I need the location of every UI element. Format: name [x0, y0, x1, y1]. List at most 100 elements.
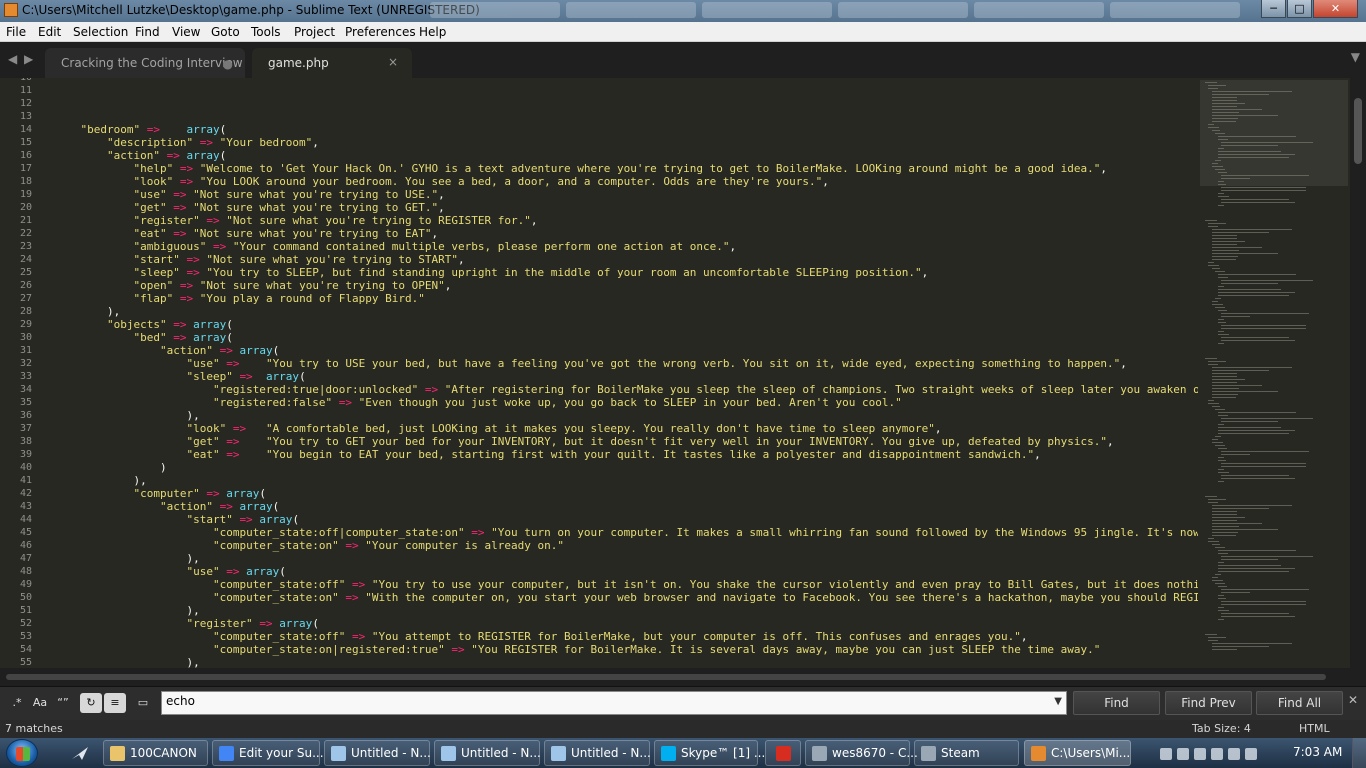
tab-size-selector[interactable]: Tab Size: 4: [1192, 722, 1251, 735]
find-prev-button[interactable]: Find Prev: [1165, 691, 1252, 715]
menu-help[interactable]: Help: [419, 25, 446, 39]
code-line[interactable]: "computer_state:off" => "You try to use …: [54, 578, 1198, 591]
menu-goto[interactable]: Goto: [211, 25, 240, 39]
code-line[interactable]: "look" => "A comfortable bed, just LOOKi…: [54, 422, 941, 435]
menu-file[interactable]: File: [6, 25, 26, 39]
pinned-app-icon[interactable]: [62, 741, 96, 765]
code-line[interactable]: "flap" => "You play a round of Flappy Bi…: [54, 292, 424, 305]
tab-game-php[interactable]: game.php ×: [252, 48, 412, 78]
start-button[interactable]: [6, 739, 38, 767]
code-line[interactable]: "sleep" => array(: [54, 370, 305, 383]
code-line[interactable]: "get" => "Not sure what you're trying to…: [54, 201, 444, 214]
minimap[interactable]: [1198, 78, 1350, 668]
close-tab-icon[interactable]: ×: [388, 55, 398, 69]
menu-edit[interactable]: Edit: [38, 25, 61, 39]
find-button[interactable]: Find: [1073, 691, 1160, 715]
code-line[interactable]: "computer_state:on" => "Your computer is…: [54, 539, 564, 552]
code-line[interactable]: "action" => array(: [54, 149, 226, 162]
taskbar-item[interactable]: Untitled - N...: [324, 740, 431, 766]
tab-cracking-the-coding-interview[interactable]: Cracking the Coding Interview ●: [45, 48, 245, 78]
syntax-selector[interactable]: HTML: [1299, 722, 1330, 735]
vertical-scrollbar[interactable]: [1350, 78, 1366, 668]
code-line[interactable]: "computer_state:off" => "You attempt to …: [54, 630, 1028, 643]
code-editor[interactable]: 1011121314151617181920212223242526272829…: [0, 78, 1198, 668]
menu-preferences[interactable]: Preferences: [345, 25, 416, 39]
taskbar-item[interactable]: 100CANON: [103, 740, 208, 766]
minimize-button[interactable]: ─: [1261, 0, 1286, 18]
code-line[interactable]: "eat" => "Not sure what you're trying to…: [54, 227, 438, 240]
code-line[interactable]: "look" => "You LOOK around your bedroom.…: [54, 175, 828, 188]
tab-overflow-icon[interactable]: ▼: [1351, 50, 1360, 64]
code-line[interactable]: "objects" => array(: [54, 318, 233, 331]
close-window-button[interactable]: ✕: [1313, 0, 1358, 18]
taskbar-item[interactable]: Skype™ [1] ...: [654, 740, 765, 766]
code-line[interactable]: "bedroom" => array(: [54, 123, 227, 136]
code-line[interactable]: ),: [54, 552, 199, 565]
whole-word-toggle[interactable]: “”: [52, 693, 74, 713]
taskbar-item[interactable]: Untitled - N...: [544, 740, 651, 766]
taskbar-item[interactable]: Steam: [914, 740, 1019, 766]
find-history-dropdown-icon[interactable]: ▼: [1054, 696, 1062, 707]
code-line[interactable]: "action" => array(: [54, 344, 279, 357]
code-line[interactable]: ): [54, 461, 167, 474]
code-line[interactable]: ),: [54, 656, 199, 668]
taskbar-item[interactable]: [765, 740, 801, 766]
taskbar-item[interactable]: wes8670 - C...: [805, 740, 918, 766]
code-line[interactable]: ),: [54, 305, 120, 318]
code-line[interactable]: "bed" => array(: [54, 331, 232, 344]
minimap-line: [1214, 547, 1225, 548]
code-line[interactable]: "start" => "Not sure what you're trying …: [54, 253, 464, 266]
code-line[interactable]: "computer_state:on|registered:true" => "…: [54, 643, 1100, 656]
menu-selection[interactable]: Selection: [73, 25, 128, 39]
wrap-toggle[interactable]: ↻: [80, 693, 102, 713]
menu-tools[interactable]: Tools: [251, 25, 281, 39]
in-selection-toggle[interactable]: ≡: [104, 693, 126, 713]
find-all-button[interactable]: Find All: [1256, 691, 1343, 715]
code-line[interactable]: "computer_state:on" => "With the compute…: [54, 591, 1198, 604]
maximize-button[interactable]: □: [1287, 0, 1312, 18]
tab-next-icon[interactable]: ▶: [24, 52, 33, 66]
tab-label: game.php: [268, 56, 329, 70]
highlight-matches-toggle[interactable]: ▭: [132, 693, 154, 713]
code-line[interactable]: "register" => array(: [54, 617, 318, 630]
taskbar-item[interactable]: C:\Users\Mi...: [1024, 740, 1131, 766]
unsaved-dot-icon[interactable]: ●: [223, 57, 233, 71]
menu-view[interactable]: View: [172, 25, 200, 39]
taskbar-item[interactable]: Untitled - N...: [434, 740, 541, 766]
code-line[interactable]: ),: [54, 604, 199, 617]
taskbar-item[interactable]: Edit your Su...: [212, 740, 324, 766]
code-line[interactable]: "start" => array(: [54, 513, 299, 526]
menu-project[interactable]: Project: [294, 25, 335, 39]
code-line[interactable]: "open" => "Not sure what you're trying t…: [54, 279, 451, 292]
code-line[interactable]: "action" => array(: [54, 500, 279, 513]
code-line[interactable]: "get" => "You try to GET your bed for yo…: [54, 435, 1113, 448]
tab-prev-icon[interactable]: ◀: [8, 52, 17, 66]
code-line[interactable]: "help" => "Welcome to 'Get Your Hack On.…: [54, 162, 1107, 175]
code-line[interactable]: "eat" => "You begin to EAT your bed, sta…: [54, 448, 1040, 461]
close-find-panel-icon[interactable]: ✕: [1348, 693, 1358, 707]
show-desktop-button[interactable]: [1352, 738, 1366, 768]
case-sensitive-toggle[interactable]: Aa: [29, 693, 51, 713]
system-tray[interactable]: [1160, 745, 1280, 761]
regex-toggle[interactable]: .*: [6, 693, 28, 713]
clock[interactable]: 7:03 AM: [1293, 745, 1342, 759]
code-line[interactable]: "use" => "You try to USE your bed, but h…: [54, 357, 1126, 370]
code-line[interactable]: "register" => "Not sure what you're tryi…: [54, 214, 537, 227]
code-line[interactable]: "description" => "Your bedroom",: [54, 136, 319, 149]
code-line[interactable]: ),: [54, 474, 146, 487]
horizontal-scrollbar[interactable]: [0, 668, 1366, 686]
menu-find[interactable]: Find: [135, 25, 160, 39]
code-line[interactable]: "use" => array(: [54, 565, 285, 578]
find-input[interactable]: echo ▼: [161, 691, 1067, 715]
code-line[interactable]: "registered:true|door:unlocked" => "Afte…: [54, 383, 1198, 396]
code-line[interactable]: "use" => "Not sure what you're trying to…: [54, 188, 444, 201]
vertical-scroll-thumb[interactable]: [1354, 98, 1362, 164]
code-line[interactable]: ),: [54, 409, 199, 422]
code-line[interactable]: "ambiguous" => "Your command contained m…: [54, 240, 736, 253]
code-line[interactable]: "sleep" => "You try to SLEEP, but find s…: [54, 266, 928, 279]
horizontal-scroll-thumb[interactable]: [6, 674, 1326, 680]
code-line[interactable]: "computer_state:off|computer_state:on" =…: [54, 526, 1198, 539]
code-line[interactable]: "registered:false" => "Even though you j…: [54, 396, 902, 409]
code-line[interactable]: "computer" => array(: [54, 487, 265, 500]
code-area[interactable]: "bedroom" => array( "description" => "Yo…: [54, 78, 1199, 668]
